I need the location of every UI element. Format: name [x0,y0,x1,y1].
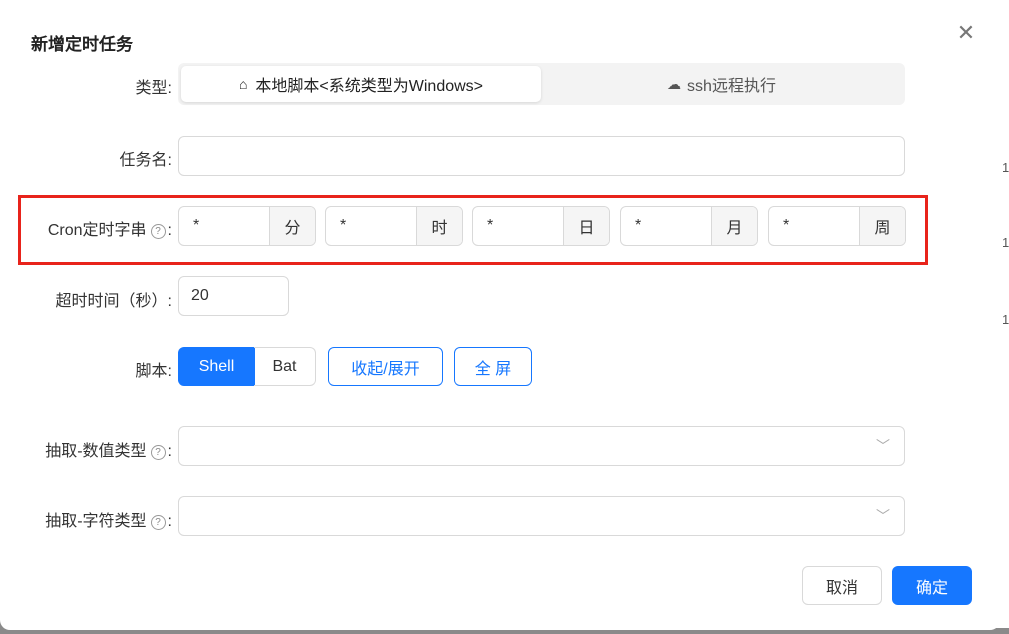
script-shell-button[interactable]: Shell [178,347,255,386]
toggle-collapse-button[interactable]: 收起/展开 [328,347,443,386]
cancel-button[interactable]: 取消 [802,566,882,605]
close-icon[interactable]: ✕ [955,22,977,44]
home-icon: ⌂ [238,76,248,92]
script-bat-button[interactable]: Bat [254,347,316,386]
cron-label: Cron定时字串?: [47,222,172,239]
task-name-label: 任务名: [119,152,172,169]
help-icon[interactable]: ? [150,445,166,460]
task-name-input[interactable] [178,136,905,176]
type-option-ssh[interactable]: ☁ ssh远程执行 [541,66,902,102]
type-label: 类型: [135,80,172,97]
ok-button[interactable]: 确定 [892,566,972,605]
help-icon[interactable]: ? [150,515,166,530]
type-option-local[interactable]: ⌂ 本地脚本<系统类型为Windows> [181,66,541,102]
extract-string-select[interactable]: ﹀ [178,496,905,536]
timeout-input[interactable]: 20 [178,276,289,316]
cron-month-field[interactable]: * 月 [620,206,758,246]
extract-string-label: 抽取-字符类型?: [45,513,172,530]
cron-day-field[interactable]: * 日 [472,206,610,246]
cron-week-field[interactable]: * 周 [768,206,906,246]
cloud-icon: ☁ [667,75,682,92]
type-segmented: ⌂ 本地脚本<系统类型为Windows> ☁ ssh远程执行 [178,63,905,105]
fullscreen-button[interactable]: 全 屏 [454,347,532,386]
extract-number-label: 抽取-数值类型?: [45,443,172,460]
extract-number-select[interactable]: ﹀ [178,426,905,466]
script-label: 脚本: [135,363,172,380]
dialog-title: 新增定时任务 [31,35,133,54]
cron-minute-field[interactable]: * 分 [178,206,316,246]
cron-hour-field[interactable]: * 时 [325,206,463,246]
chevron-down-icon: ﹀ [876,508,890,524]
help-icon[interactable]: ? [150,224,166,239]
new-scheduled-task-dialog: 新增定时任务 ✕ 类型: ⌂ 本地脚本<系统类型为Windows> ☁ ssh远程执… [0,0,1000,630]
timeout-label: 超时时间（秒）: [55,293,172,310]
chevron-down-icon: ﹀ [876,438,890,454]
